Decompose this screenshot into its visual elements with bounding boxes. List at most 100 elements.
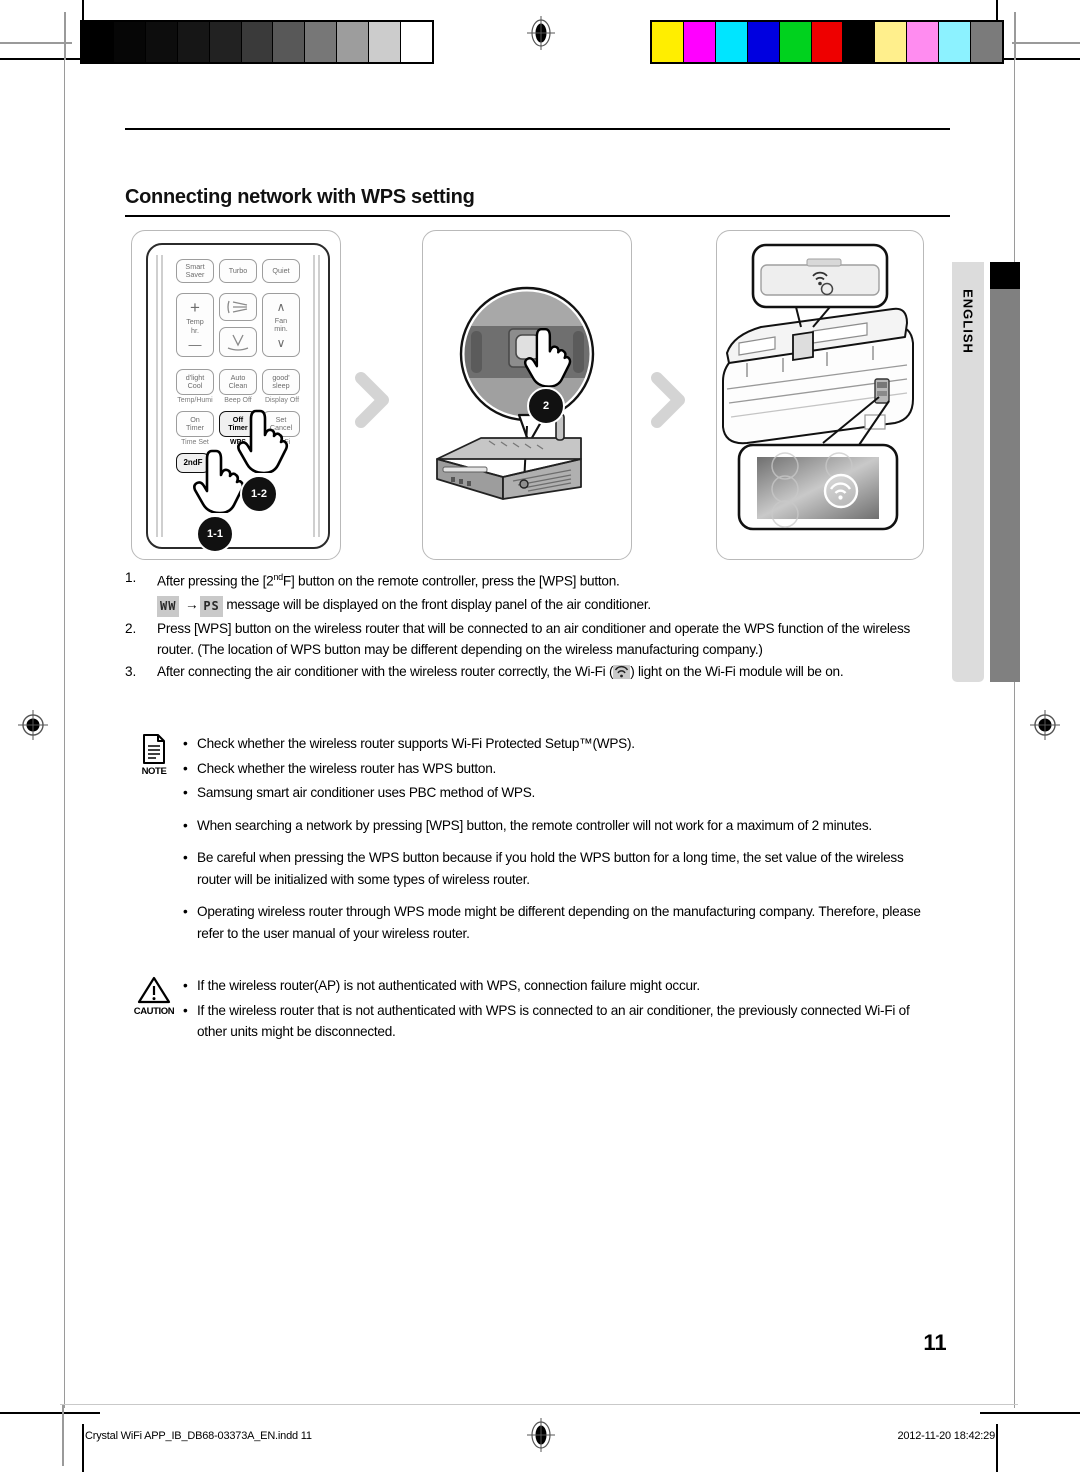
note-item: • Check whether the wireless router supp… — [183, 733, 937, 755]
button-label: Quiet — [272, 265, 290, 275]
bullet-glyph: • — [183, 760, 188, 776]
step-text-part: F] button on the remote controller, pres… — [282, 573, 620, 589]
step-text-part: After connecting the air conditioner wit… — [157, 663, 614, 679]
calibration-swatch — [779, 22, 812, 62]
step-number: 2. — [125, 620, 137, 636]
button-quiet[interactable]: Quiet — [262, 259, 300, 283]
chevron-right-icon-1 — [355, 372, 389, 428]
calibration-swatch — [369, 22, 402, 62]
calibration-swatch — [209, 22, 242, 62]
step-3: 3. After connecting the air conditioner … — [125, 661, 937, 682]
bullet-glyph: • — [183, 736, 188, 751]
step-text-part: After pressing the [2 — [157, 573, 274, 589]
calibration-swatch — [652, 22, 684, 62]
note-item-text: Check whether the wireless router suppor… — [197, 736, 635, 751]
caution-item-text: If the wireless router(AP) is not authen… — [197, 978, 700, 993]
air-conditioner-illustration — [722, 243, 914, 531]
caution-icon-wrap: CAUTION — [125, 975, 183, 1046]
calibration-swatch — [273, 22, 306, 62]
crop-mark-tl-v2 — [64, 12, 66, 60]
chevron-right-icon-2 — [651, 372, 685, 428]
bullet-glyph: • — [183, 1002, 188, 1018]
page-edge-left — [64, 58, 65, 1408]
step-text: Press [WPS] button on the wireless route… — [157, 620, 911, 657]
step-badge-1-1: 1-1 — [196, 515, 234, 553]
button-auto-clean[interactable]: Auto Clean — [219, 369, 257, 395]
sublabel-time-set: Time Set — [181, 439, 209, 446]
crop-mark-br-v — [996, 1424, 998, 1472]
hand-pointer-icon-1-2 — [237, 409, 289, 473]
caution-item: • If the wireless router(AP) is not auth… — [183, 975, 937, 997]
warning-triangle-icon — [137, 976, 171, 1004]
crop-mark-br-h — [980, 1412, 1080, 1414]
bullet-glyph: • — [183, 850, 188, 865]
page-title: Connecting network with WPS setting — [125, 186, 475, 208]
crop-mark-tr-h2 — [1012, 42, 1080, 44]
step-badge-1-2: 1-2 — [240, 475, 278, 513]
calibration-swatch — [401, 22, 432, 62]
note-item-text: Samsung smart air conditioner uses PBC m… — [197, 785, 536, 800]
sublabel-beep-off: Beep Off — [224, 397, 252, 404]
instruction-steps: 1. After pressing the [2ndF] button on t… — [125, 567, 937, 683]
button-label: Turbo — [228, 265, 248, 275]
button-dlight-cool[interactable]: d'light Cool — [176, 369, 214, 395]
remote-rail-left — [156, 255, 158, 537]
button-good-sleep[interactable]: good' sleep — [262, 369, 300, 395]
button-swing-horizontal[interactable] — [219, 293, 257, 321]
step-badge-2: 2 — [527, 387, 565, 425]
chevron-down-icon: ∨ — [276, 336, 286, 351]
bullet-glyph: • — [183, 785, 188, 800]
calibration-swatch — [875, 22, 908, 62]
note-item-text: Be careful when pressing the WPS button … — [197, 850, 904, 887]
crop-mark-bl-v2 — [62, 1404, 64, 1466]
display-segment-ps: PS — [200, 595, 223, 617]
button-on-timer[interactable]: On Timer — [176, 411, 214, 437]
minus-icon: — — [188, 336, 202, 352]
side-index-bar — [990, 262, 1020, 682]
sublabel-temp-humi: Temp/Humi — [177, 397, 213, 404]
language-side-tab-label: ENGLISH — [960, 289, 976, 354]
registration-target-icon-left — [16, 708, 50, 742]
hand-pointer-icon-2 — [523, 327, 572, 387]
swing-horizontal-icon — [227, 300, 248, 314]
figure-panel-air-conditioner — [716, 230, 924, 560]
step-2: 2. Press [WPS] button on the wireless ro… — [125, 618, 937, 660]
header-rule — [125, 128, 950, 130]
note-icon-wrap: NOTE — [125, 733, 183, 947]
note-item: • Samsung smart air conditioner uses PBC… — [183, 782, 937, 804]
figure-panel-remote: Smart Saver Turbo Quiet + Temp hr. — ∧ F… — [131, 230, 341, 560]
button-fan-min[interactable]: ∧ Fan min. ∨ — [262, 293, 300, 357]
note-items: • Check whether the wireless router supp… — [183, 733, 937, 947]
remote-rail-right2 — [313, 255, 315, 537]
note-item: • Check whether the wireless router has … — [183, 758, 937, 780]
step-number: 1. — [125, 570, 137, 585]
remote-rail-left2 — [161, 255, 163, 537]
color-calibration-bar — [650, 20, 1004, 64]
caution-item: • If the wireless router that is not aut… — [183, 1000, 937, 1043]
button-turbo[interactable]: Turbo — [219, 259, 257, 283]
calibration-swatch — [971, 22, 1002, 62]
caution-items: • If the wireless router(AP) is not auth… — [183, 975, 937, 1046]
note-item-text: Operating wireless router through WPS mo… — [197, 904, 921, 941]
crop-mark-bl-h — [0, 1412, 100, 1414]
button-label: Saver — [185, 270, 205, 279]
caution-caption: CAUTION — [133, 1006, 175, 1017]
footer-rule — [60, 1404, 1018, 1405]
note-caption: NOTE — [141, 766, 167, 777]
note-item-text: Check whether the wireless router has WP… — [197, 760, 497, 776]
button-swing-vertical[interactable] — [219, 327, 257, 357]
wifi-icon — [613, 664, 631, 679]
remote-rail-right — [318, 255, 320, 537]
note-item: • Be careful when pressing the WPS butto… — [183, 847, 937, 890]
registration-target-icon-bottom — [524, 1418, 558, 1452]
calibration-swatch — [145, 22, 178, 62]
language-side-tab: ENGLISH — [952, 262, 984, 682]
page-edge-right — [1014, 58, 1015, 1408]
crop-mark-tl-h2 — [0, 42, 72, 44]
bullet-glyph: • — [183, 817, 188, 833]
button-temp-hr[interactable]: + Temp hr. — — [176, 293, 214, 357]
caution-block: CAUTION • If the wireless router(AP) is … — [125, 975, 937, 1046]
crop-mark-tr-v2 — [1014, 12, 1016, 60]
note-item: • When searching a network by pressing [… — [183, 815, 937, 837]
button-smart-saver[interactable]: Smart Saver — [176, 259, 214, 283]
